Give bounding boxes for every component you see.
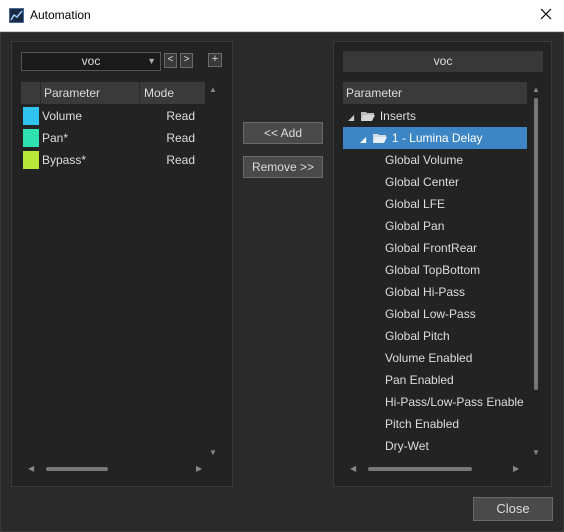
tree-parameter-item[interactable]: Volume Enabled <box>385 347 472 369</box>
tree-parameter-item[interactable]: Global FrontRear <box>385 237 477 259</box>
tree-parameter-item[interactable]: Dry-Wet <box>385 435 429 457</box>
row-parameter: Bypass* <box>42 153 87 167</box>
tree-folder-inserts[interactable]: ◢ Inserts <box>348 105 416 127</box>
tree-parameter-item[interactable]: Global Hi-Pass <box>385 281 465 303</box>
row-mode[interactable]: Read <box>166 131 195 145</box>
next-track-button[interactable]: > <box>180 53 193 68</box>
close-icon[interactable] <box>538 6 554 22</box>
close-button[interactable]: Close <box>473 497 553 521</box>
tree-parameter-item[interactable]: Global Volume <box>385 149 463 171</box>
tree-parameter-item[interactable]: Pan Enabled <box>385 369 454 391</box>
tree-folder-label: Inserts <box>379 109 416 123</box>
folder-open-icon <box>372 134 387 143</box>
scroll-left-arrow-icon[interactable]: ◀ <box>28 464 34 473</box>
add-track-button[interactable]: + <box>208 53 222 67</box>
right-parameter-column-header[interactable]: Parameter <box>343 82 527 104</box>
right-track-title: voc <box>343 51 543 72</box>
tree-parameter-item[interactable]: Global Pitch <box>385 325 450 347</box>
row-mode[interactable]: Read <box>166 109 195 123</box>
row-parameter: Pan* <box>42 131 69 145</box>
tree-plugin-lumina-delay[interactable]: ◢ 1 - Lumina Delay <box>360 127 483 149</box>
tree-plugin-label: 1 - Lumina Delay <box>391 131 483 145</box>
automation-row[interactable]: Bypass* Read <box>21 149 205 171</box>
scroll-up-arrow-icon[interactable]: ▲ <box>532 85 540 94</box>
track-select[interactable]: voc ▼ <box>21 52 161 71</box>
tree-parameter-item[interactable]: Global Low-Pass <box>385 303 476 325</box>
automation-row[interactable]: Volume Read <box>21 105 205 127</box>
mode-column-header[interactable]: Mode <box>140 82 205 104</box>
row-mode[interactable]: Read <box>166 153 195 167</box>
automation-row[interactable]: Pan* Read <box>21 127 205 149</box>
remove-button[interactable]: Remove >> <box>243 156 323 178</box>
scroll-right-arrow-icon[interactable]: ▶ <box>513 464 519 473</box>
scroll-down-arrow-icon[interactable]: ▼ <box>532 448 540 457</box>
scroll-right-arrow-icon[interactable]: ▶ <box>196 464 202 473</box>
previous-track-button[interactable]: < <box>164 53 177 68</box>
title-bar: Automation <box>0 0 564 32</box>
scroll-left-arrow-icon[interactable]: ◀ <box>350 464 356 473</box>
parameter-column-header[interactable]: Parameter <box>41 82 140 104</box>
tree-parameter-item[interactable]: Pitch Enabled <box>385 413 459 435</box>
vertical-scrollbar-thumb[interactable] <box>534 98 538 390</box>
scroll-up-arrow-icon[interactable]: ▲ <box>209 85 217 94</box>
color-swatch <box>23 107 39 125</box>
horizontal-scrollbar-thumb[interactable] <box>368 467 472 471</box>
color-column-header <box>21 82 41 104</box>
tree-parameter-item[interactable]: Hi-Pass/Low-Pass Enable <box>385 391 528 413</box>
tree-parameter-item[interactable]: Global Pan <box>385 215 444 237</box>
tree-parameter-item[interactable]: Global LFE <box>385 193 445 215</box>
scroll-down-arrow-icon[interactable]: ▼ <box>209 448 217 457</box>
row-parameter: Volume <box>42 109 83 123</box>
tree-parameter-item[interactable]: Global TopBottom <box>385 259 480 281</box>
expand-triangle-icon[interactable]: ◢ <box>360 135 366 144</box>
color-swatch <box>23 151 39 169</box>
window-title: Automation <box>30 8 91 22</box>
folder-open-icon <box>360 112 375 121</box>
color-swatch <box>23 129 39 147</box>
add-button[interactable]: << Add <box>243 122 323 144</box>
horizontal-scrollbar-thumb[interactable] <box>46 467 108 471</box>
tree-parameter-item[interactable]: Global Center <box>385 171 459 193</box>
track-select-value: voc <box>81 54 101 68</box>
chevron-down-icon: ▼ <box>147 56 156 66</box>
expand-triangle-icon[interactable]: ◢ <box>348 113 354 122</box>
app-icon <box>9 8 24 23</box>
